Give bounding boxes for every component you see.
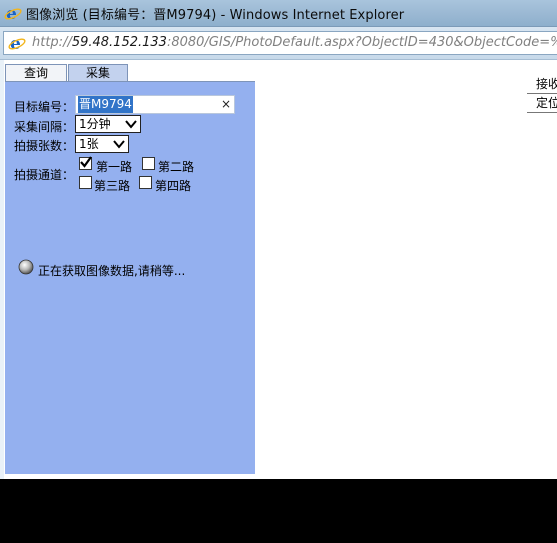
collect-panel: 目标编号： 晋M9794 × 采集间隔： 1分钟 拍摄张数： 1张 拍摄通道： … [5, 81, 255, 474]
address-bar: e http://59.48.152.133:8080/GIS/PhotoDef… [0, 27, 557, 60]
count-label: 拍摄张数： [14, 139, 75, 153]
checkmark-icon [80, 156, 92, 168]
count-value: 1张 [79, 137, 99, 151]
chevron-down-icon [125, 120, 137, 129]
clear-icon[interactable]: × [221, 96, 231, 113]
window-title: 图像浏览 (目标编号：晋M9794) - Windows Internet Ex… [26, 8, 405, 23]
interval-value: 1分钟 [79, 117, 111, 131]
channel-1-checkbox[interactable] [79, 156, 92, 170]
channel-4-checkbox[interactable] [139, 176, 152, 189]
tab-query[interactable]: 查询 [5, 64, 67, 82]
ie-icon: e [4, 4, 22, 22]
interval-label: 采集间隔： [14, 120, 75, 134]
target-label: 目标编号： [14, 100, 75, 114]
url-field[interactable]: e http://59.48.152.133:8080/GIS/PhotoDef… [3, 31, 557, 55]
channel-2-label: 第二路 [158, 160, 195, 174]
tab-collect[interactable]: 采集 [68, 64, 128, 82]
count-select[interactable]: 1张 [75, 135, 129, 153]
url-text: http://59.48.152.133:8080/GIS/PhotoDefau… [32, 35, 557, 50]
target-input[interactable]: 晋M9794 × [75, 95, 235, 114]
target-value: 晋M9794 [78, 96, 133, 113]
status-text: 正在获取图像数据,请稍等... [38, 264, 186, 278]
chevron-down-icon [113, 140, 125, 149]
window-left-edge [0, 60, 4, 479]
channel-label: 拍摄通道： [14, 168, 75, 182]
menu-item-receive[interactable]: 接收 [527, 76, 557, 94]
channel-3-checkbox[interactable] [79, 176, 92, 189]
url-prefix: http:// [32, 35, 72, 50]
channel-1-label: 第一路 [96, 160, 133, 174]
menu-item-locate[interactable]: 定位 [527, 95, 557, 113]
url-rest: :8080/GIS/PhotoDefault.aspx?ObjectID=430… [166, 35, 557, 50]
black-area [0, 479, 557, 543]
page-content: 查询 采集 目标编号： 晋M9794 × 采集间隔： 1分钟 拍摄张数： 1张 … [0, 60, 557, 479]
interval-select[interactable]: 1分钟 [75, 115, 141, 133]
url-host: 59.48.152.133 [71, 35, 167, 50]
ie-page-icon: e [8, 34, 26, 52]
channel-4-label: 第四路 [155, 179, 192, 193]
loading-sphere-icon [18, 259, 34, 275]
window-titlebar: e 图像浏览 (目标编号：晋M9794) - Windows Internet … [0, 0, 557, 27]
channel-3-label: 第三路 [94, 179, 131, 193]
channel-2-checkbox[interactable] [142, 157, 155, 170]
